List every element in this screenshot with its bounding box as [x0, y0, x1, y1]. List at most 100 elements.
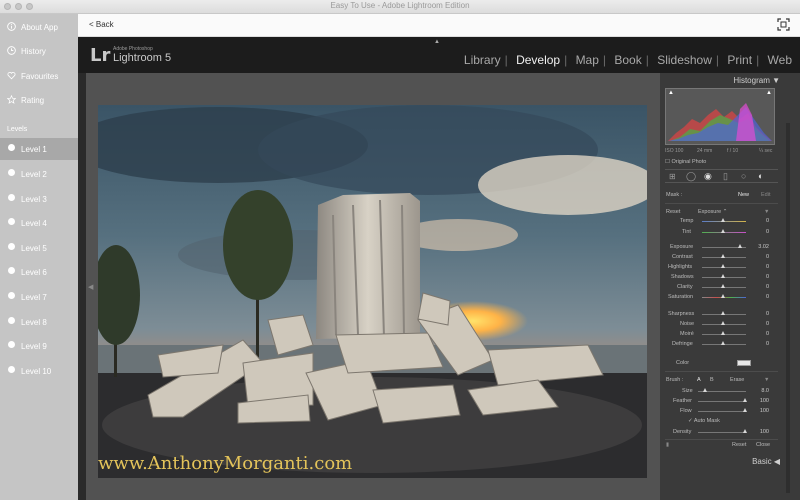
- exposure-slider-knob[interactable]: [738, 244, 742, 248]
- graduated-filter-icon[interactable]: ▯: [723, 171, 728, 182]
- tint-label: Tint: [682, 229, 691, 235]
- sidebar-item-level-1[interactable]: Level 1: [0, 138, 78, 160]
- noise-slider-knob[interactable]: [721, 321, 725, 325]
- effect-collapse-icon[interactable]: ▼: [764, 209, 769, 215]
- module-map[interactable]: Map: [576, 53, 599, 67]
- shadow-clipping-icon[interactable]: ▲: [668, 90, 674, 96]
- feather-slider-knob[interactable]: [743, 398, 747, 402]
- module-library[interactable]: Library: [464, 53, 501, 67]
- highlights-slider-knob[interactable]: [721, 264, 725, 268]
- temp-label: Temp: [680, 218, 694, 224]
- meta-focal: 24 mm: [697, 148, 713, 154]
- sharpness-slider-knob[interactable]: [721, 311, 725, 315]
- basic-header[interactable]: Basic ◀: [660, 457, 780, 469]
- clarity-label: Clarity: [677, 284, 693, 290]
- basic-title: Basic: [752, 457, 772, 466]
- left-panel-toggle-icon[interactable]: ◀: [88, 283, 93, 291]
- sidebar-item-label: History: [21, 47, 46, 56]
- brush-collapse-icon[interactable]: ▼: [764, 377, 769, 383]
- sharpness-value: 0: [765, 311, 769, 317]
- defringe-slider-knob[interactable]: [721, 341, 725, 345]
- sidebar-item-level-9[interactable]: Level 9: [0, 335, 78, 357]
- density-label: Density: [673, 429, 692, 435]
- color-label: Color: [676, 360, 690, 366]
- radial-filter-icon[interactable]: ○: [741, 171, 746, 181]
- sidebar-item-level-2[interactable]: Level 2: [0, 163, 78, 185]
- level-dot-icon: [7, 317, 16, 326]
- original-photo-checkbox[interactable]: ☐ Original Photo: [665, 159, 706, 165]
- adjustment-brush-icon[interactable]: ◐: [758, 171, 763, 181]
- sidebar-item-level-3[interactable]: Level 3: [0, 188, 78, 210]
- sidebar-item-level-8[interactable]: Level 8: [0, 311, 78, 333]
- tint-slider-knob[interactable]: [721, 229, 725, 233]
- crop-icon[interactable]: ⊞: [669, 172, 676, 181]
- brush-erase-button[interactable]: Erase: [730, 377, 744, 383]
- exposure-value: 3.02: [758, 244, 769, 250]
- module-picker: Library | Develop | Map | Book | Slideshow | …: [463, 53, 792, 67]
- panel-scrollbar[interactable]: [786, 123, 790, 493]
- effect-reset-button[interactable]: Reset: [666, 209, 680, 215]
- brush-a-button[interactable]: A: [697, 377, 701, 383]
- histogram-header[interactable]: Histogram ▼: [660, 76, 780, 88]
- meta-shutter: ¼ sec: [759, 148, 773, 154]
- edited-photo[interactable]: www.AnthonyMorganti.com: [98, 105, 647, 478]
- flow-slider[interactable]: [698, 411, 746, 412]
- sidebar-item-favourites[interactable]: Favourites: [0, 65, 78, 87]
- spot-removal-icon[interactable]: ◯: [686, 171, 696, 182]
- density-slider-knob[interactable]: [743, 429, 747, 433]
- sidebar-item-level-6[interactable]: Level 6: [0, 261, 78, 283]
- close-button[interactable]: Close: [756, 442, 770, 448]
- navigation-bar: < Back: [78, 14, 800, 37]
- feather-value: 100: [759, 398, 769, 404]
- shadows-value: 0: [765, 274, 769, 280]
- temp-slider-knob[interactable]: [721, 218, 725, 222]
- module-develop[interactable]: Develop: [516, 53, 560, 67]
- flow-slider-knob[interactable]: [743, 408, 747, 412]
- size-slider-knob[interactable]: [703, 388, 707, 392]
- module-slideshow[interactable]: Slideshow: [657, 53, 712, 67]
- moire-label: Moiré: [680, 331, 694, 337]
- sidebar-item-level-5[interactable]: Level 5: [0, 237, 78, 259]
- clock-icon: [7, 46, 16, 55]
- collapse-top-panel-icon[interactable]: ▲: [434, 39, 440, 45]
- brush-b-button[interactable]: B: [710, 377, 714, 383]
- moire-slider-knob[interactable]: [721, 331, 725, 335]
- density-slider[interactable]: [698, 432, 746, 433]
- clarity-slider-knob[interactable]: [721, 284, 725, 288]
- mask-new-button[interactable]: New: [738, 192, 749, 198]
- heart-icon: [7, 71, 16, 80]
- mask-label: Mask :: [666, 192, 683, 198]
- brush-label: Brush :: [666, 377, 684, 383]
- fullscreen-icon[interactable]: [777, 18, 790, 31]
- feather-slider[interactable]: [698, 401, 746, 402]
- sidebar-item-rating[interactable]: Rating: [0, 89, 78, 111]
- shadows-slider-knob[interactable]: [721, 274, 725, 278]
- photo-canvas: www.AnthonyMorganti.com ◀: [86, 73, 660, 500]
- level-dot-icon: [7, 366, 16, 375]
- back-button[interactable]: < Back: [89, 20, 114, 29]
- original-photo-label: Original Photo: [671, 159, 707, 165]
- divider: [665, 371, 778, 372]
- panel-switch-icon[interactable]: ▮: [666, 442, 669, 448]
- red-eye-icon[interactable]: ◉: [704, 171, 712, 182]
- reset-button[interactable]: Reset: [732, 442, 746, 448]
- saturation-label: Saturation: [668, 294, 694, 300]
- sidebar-item-level-10[interactable]: Level 10: [0, 360, 78, 382]
- module-book[interactable]: Book: [614, 53, 641, 67]
- effect-dropdown[interactable]: Exposure ⌃: [698, 209, 727, 215]
- sidebar-item-history[interactable]: History: [0, 40, 78, 62]
- contrast-slider-knob[interactable]: [721, 254, 725, 258]
- module-print[interactable]: Print: [727, 53, 752, 67]
- module-web[interactable]: Web: [768, 53, 792, 67]
- highlight-clipping-icon[interactable]: ▲: [766, 90, 772, 96]
- saturation-slider-knob[interactable]: [721, 294, 725, 298]
- auto-mask-checkbox[interactable]: ✓ Auto Mask: [688, 418, 720, 424]
- sidebar-item-level-4[interactable]: Level 4: [0, 212, 78, 234]
- tint-value: 0: [765, 229, 769, 235]
- color-swatch[interactable]: [737, 360, 751, 366]
- level-dot-icon: [7, 243, 16, 252]
- auto-mask-label: Auto Mask: [693, 418, 720, 424]
- sidebar-item-level-7[interactable]: Level 7: [0, 286, 78, 308]
- sidebar-item-about-app[interactable]: About App: [0, 16, 78, 38]
- mask-edit-button[interactable]: Edit: [761, 192, 770, 198]
